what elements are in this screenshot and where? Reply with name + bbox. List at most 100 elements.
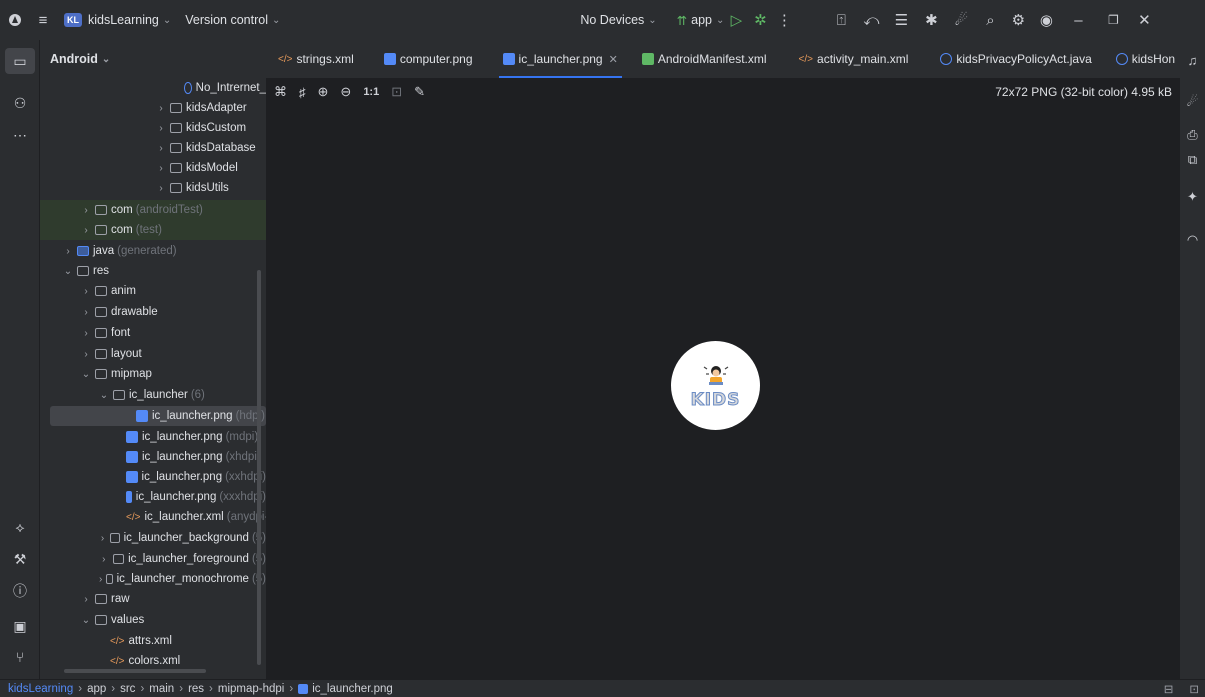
breadcrumb-mipmap[interactable]: mipmap-hdpi (218, 683, 284, 695)
vertical-scrollbar[interactable] (257, 270, 261, 665)
tree-item[interactable]: ⌄ mipmap (40, 364, 266, 384)
main-menu-icon[interactable]: ≡ (30, 0, 56, 40)
chevron-down-icon: ⌄ (63, 265, 73, 277)
folder-icon (95, 594, 107, 604)
search-icon[interactable]: ⌕ (976, 0, 1004, 40)
terminal-icon[interactable]: ▣ (0, 613, 40, 639)
more-actions-icon[interactable]: ⋮ (772, 0, 796, 40)
structure-icon[interactable]: ⚇ (0, 90, 40, 116)
folder-icon (95, 369, 107, 379)
tree-item[interactable]: ⌄ res (40, 261, 266, 281)
tab-strings-xml[interactable]: </> strings.xml (266, 40, 366, 78)
tree-item[interactable]: › kidsModel (40, 158, 266, 178)
debug-icon[interactable]: ✲ (748, 0, 772, 40)
breadcrumb-res[interactable]: res (188, 683, 204, 695)
tree-item[interactable]: ⌄ values (40, 610, 266, 630)
vcs-selector[interactable]: Version control ⌄ (185, 13, 280, 27)
tree-item[interactable]: › kidsDatabase (40, 138, 266, 158)
tree-item[interactable]: </> attrs.xml (40, 631, 266, 651)
run-icon[interactable]: ▷ (724, 0, 748, 40)
tab-computer-png[interactable]: computer.png (372, 40, 485, 78)
tree-item[interactable]: ic_launcher.png (xhdpi) (40, 447, 266, 467)
gradle-icon[interactable]: ⟡ (0, 514, 40, 540)
horizontal-scrollbar[interactable] (64, 669, 206, 673)
layout-inspector-icon[interactable]: ☰ (886, 0, 916, 40)
tree-item[interactable]: › raw (40, 589, 266, 609)
fit-zoom-icon[interactable]: ⊡ (391, 84, 402, 100)
gemini-icon[interactable]: ☄ (946, 0, 976, 40)
project-view-selector[interactable]: Android ⌄ (40, 40, 266, 78)
tree-item[interactable]: › kidsCustom (40, 118, 266, 138)
tree-item[interactable]: › drawable (40, 302, 266, 322)
tree-item[interactable]: ic_launcher.png (xxhdpi) (40, 467, 266, 487)
class-icon (1115, 53, 1128, 65)
chevron-down-icon: ⌄ (162, 14, 172, 26)
tree-item[interactable]: ›ic_launcher_background(5) (40, 528, 266, 548)
tree-item[interactable]: </>ic_launcher.xml(anydpi-v (40, 507, 266, 527)
tab-android-manifest[interactable]: AndroidManifest.xml (630, 40, 779, 78)
sparkle-icon[interactable]: ✦ (1180, 185, 1205, 209)
xml-file-icon: </> (110, 655, 125, 667)
tree-item[interactable]: › kidsUtils (40, 178, 266, 198)
breadcrumb-main[interactable]: main (149, 683, 174, 695)
breadcrumb-file[interactable]: ic_launcher.png (312, 683, 393, 695)
settings-gear-icon[interactable]: ⚙ (1004, 0, 1032, 40)
folder-icon (170, 163, 182, 173)
tree-item[interactable]: › kidsAdapter (40, 98, 266, 118)
device-manager-icon[interactable]: ⍐ (826, 0, 856, 40)
tree-item[interactable]: › layout (40, 344, 266, 364)
run-config-selector[interactable]: ⇈ app ⌄ (677, 13, 725, 28)
background-toggle-icon[interactable]: ⌘ (274, 84, 287, 100)
tree-item[interactable]: ›ic_launcher_foreground(5) (40, 549, 266, 569)
more-tools-icon[interactable]: ⋯ (0, 122, 40, 148)
run-config-icon: ⇈ (676, 13, 688, 28)
grid-toggle-icon[interactable]: ♯ (299, 85, 306, 100)
device-manager-icon[interactable]: ⎙ (1180, 123, 1205, 147)
memory-indicator-icon[interactable]: ⊟ (1164, 682, 1174, 696)
tab-kids-home[interactable]: kidsHon (1104, 40, 1179, 78)
close-icon[interactable]: ✕ (1130, 0, 1158, 40)
device-selector[interactable]: No Devices ⌄ (580, 13, 656, 27)
tree-item[interactable]: ic_launcher.png (mdpi) (40, 427, 266, 447)
tree-item[interactable]: No_Intrernet_ (40, 78, 266, 98)
zoom-out-icon[interactable]: ⊖ (340, 84, 351, 100)
actual-size-button[interactable]: 1:1 (363, 86, 379, 98)
project-folder-icon[interactable]: ▭ (5, 48, 35, 74)
folder-icon (170, 123, 182, 133)
wifi-icon[interactable]: ◠ (1180, 228, 1205, 252)
tree-item[interactable]: › com (androidTest) (40, 200, 266, 220)
tab-privacy-policy-java[interactable]: kidsPrivacyPolicyAct.java (928, 40, 1103, 78)
sync-gradle-icon[interactable]: ⤺ (856, 0, 886, 40)
zoom-in-icon[interactable]: ⊕ (318, 84, 329, 100)
color-picker-icon[interactable]: ✎ (414, 84, 425, 100)
gemini-assistant-icon[interactable]: ☄ (1180, 90, 1205, 114)
tree-item[interactable]: › com (test) (40, 220, 266, 240)
close-tab-icon[interactable]: ✕ (609, 53, 618, 66)
account-icon[interactable]: ◉ (1032, 0, 1060, 40)
tree-item[interactable]: › font (40, 323, 266, 343)
tree-item[interactable]: ⌄ ic_launcher (6) (40, 385, 266, 405)
tab-activity-main-xml[interactable]: </> activity_main.xml (787, 40, 921, 78)
tree-item-selected[interactable]: ic_launcher.png (hdpi) (50, 406, 266, 426)
restore-icon[interactable]: ❐ (1096, 0, 1130, 40)
breadcrumb-app[interactable]: app (87, 683, 106, 695)
build-icon[interactable]: ⚒ (0, 546, 40, 572)
notifications-icon[interactable]: ♫ (1180, 48, 1205, 72)
sdk-manager-icon[interactable]: ✱ (916, 0, 946, 40)
breadcrumb-project[interactable]: kidsLearning (8, 683, 73, 695)
tree-item[interactable]: </> colors.xml (40, 651, 266, 671)
launcher-icon-preview: KIDS (671, 341, 760, 430)
breadcrumb-src[interactable]: src (120, 683, 135, 695)
tree-item[interactable]: › anim (40, 281, 266, 301)
chevron-down-icon: ⌄ (99, 389, 109, 401)
problems-icon[interactable]: ⓘ (0, 578, 40, 604)
minimize-icon[interactable]: – (1060, 0, 1096, 40)
running-devices-icon[interactable]: ⧉ (1180, 148, 1205, 172)
tree-item[interactable]: ›ic_launcher_monochrome(5) (40, 569, 266, 589)
tree-item[interactable]: ic_launcher.png (xxxhdpi) (40, 487, 266, 507)
git-icon[interactable]: ⑂ (0, 644, 40, 670)
project-selector[interactable]: KL kidsLearning ⌄ (64, 13, 171, 27)
tab-ic-launcher-png[interactable]: ic_launcher.png ✕ (491, 40, 630, 78)
lock-icon[interactable]: ⊡ (1189, 682, 1199, 696)
tree-item[interactable]: › java (generated) (40, 241, 266, 261)
